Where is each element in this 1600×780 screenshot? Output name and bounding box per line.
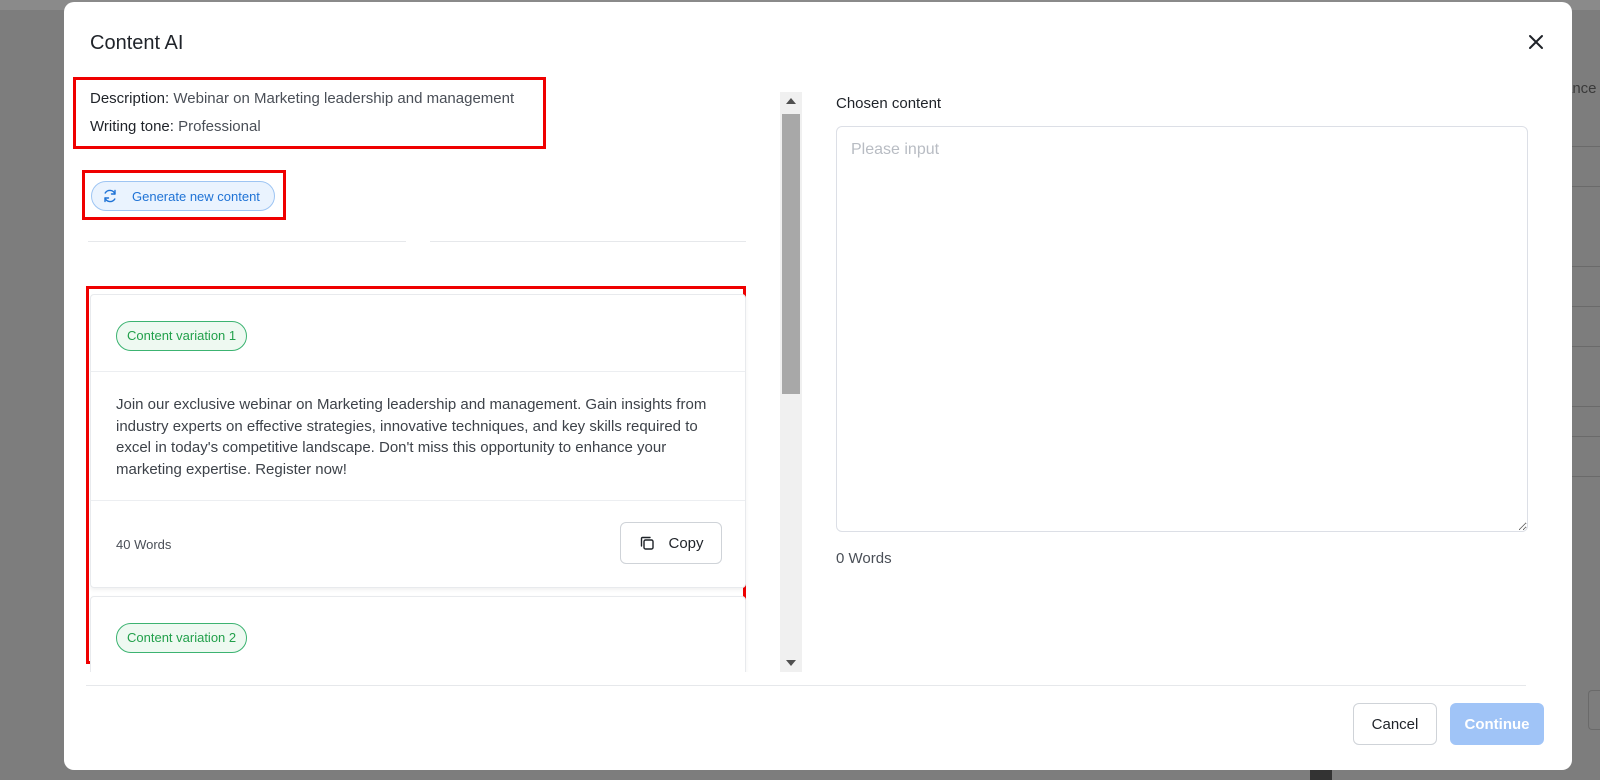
chosen-content-textarea[interactable] bbox=[836, 126, 1528, 532]
scroll-down-arrow-icon[interactable] bbox=[786, 660, 796, 666]
background-divider bbox=[1572, 406, 1600, 407]
footer-divider bbox=[86, 685, 1526, 686]
modal-title: Content AI bbox=[90, 32, 184, 54]
writing-tone-line: Writing tone: Professional bbox=[90, 118, 261, 135]
background-divider bbox=[1572, 306, 1600, 307]
variation-text: Join our exclusive webinar on Marketing … bbox=[91, 372, 745, 501]
description-value: Webinar on Marketing leadership and mana… bbox=[173, 90, 515, 107]
variation-card-header: Content variation 2 bbox=[91, 597, 745, 672]
close-icon bbox=[1529, 35, 1543, 49]
variations-scrollbar[interactable] bbox=[780, 92, 802, 672]
background-divider bbox=[1572, 436, 1600, 437]
writing-tone-label: Writing tone: bbox=[90, 118, 174, 135]
chosen-content-label: Chosen content bbox=[836, 95, 942, 112]
close-button[interactable] bbox=[1524, 30, 1548, 54]
variation-word-count: 40 Words bbox=[116, 537, 172, 552]
variation-badge: Content variation 1 bbox=[116, 321, 248, 351]
description-label: Description: bbox=[90, 90, 170, 107]
content-variation-card: Content variation 1 Join our exclusive w… bbox=[90, 294, 746, 588]
copy-button[interactable]: Copy bbox=[620, 522, 722, 564]
background-input-stub bbox=[1588, 690, 1600, 730]
background-divider bbox=[1572, 346, 1600, 347]
background-divider bbox=[1572, 476, 1600, 477]
background-divider bbox=[1572, 186, 1600, 187]
description-line: Description: Webinar on Marketing leader… bbox=[90, 90, 514, 107]
writing-tone-value: Professional bbox=[178, 118, 261, 135]
background-dark-block bbox=[1310, 770, 1332, 780]
chosen-word-count: 0 Words bbox=[836, 550, 892, 567]
variations-scroll-area[interactable]: Content variation 1 Join our exclusive w… bbox=[90, 294, 822, 672]
copy-icon bbox=[641, 536, 655, 550]
scroll-up-arrow-icon[interactable] bbox=[786, 98, 796, 104]
generate-new-content-button[interactable]: Generate new content bbox=[91, 181, 275, 211]
generate-button-label: Generate new content bbox=[132, 188, 260, 204]
continue-button[interactable]: Continue bbox=[1450, 703, 1544, 745]
cancel-button[interactable]: Cancel bbox=[1353, 703, 1437, 745]
variation-badge: Content variation 2 bbox=[116, 623, 248, 653]
annotation-box-info bbox=[73, 77, 546, 149]
refresh-icon bbox=[104, 189, 116, 203]
variation-card-footer: 40 Words Copy bbox=[91, 501, 745, 587]
variation-card-header: Content variation 1 bbox=[91, 295, 745, 372]
copy-button-label: Copy bbox=[668, 534, 704, 552]
section-divider bbox=[430, 241, 746, 242]
content-variation-card: Content variation 2 bbox=[90, 596, 746, 672]
content-ai-modal: Content AI Description: Webinar on Marke… bbox=[64, 2, 1572, 770]
scrollbar-thumb[interactable] bbox=[782, 114, 800, 394]
background-divider bbox=[1572, 266, 1600, 267]
section-divider bbox=[88, 241, 406, 242]
background-divider bbox=[1572, 146, 1600, 147]
